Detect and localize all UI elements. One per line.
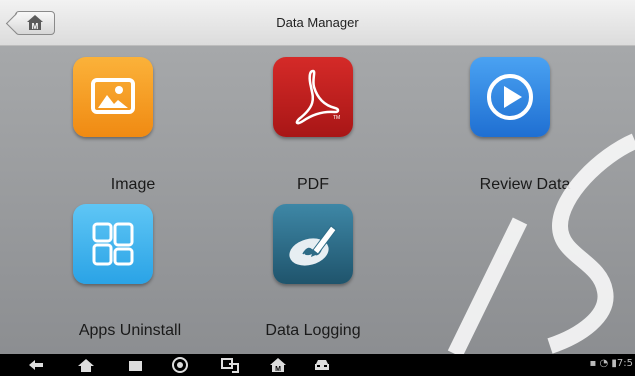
screen: Data Manager M Image TM PDF Review Data … bbox=[0, 0, 635, 376]
review-data-app-label: Review Data bbox=[479, 176, 571, 193]
autel-home-nav-icon[interactable]: M bbox=[268, 357, 288, 373]
home-button[interactable]: M bbox=[5, 11, 55, 35]
pdf-icon: TM bbox=[295, 69, 340, 125]
play-icon bbox=[487, 74, 533, 120]
pen-disc-icon bbox=[289, 225, 337, 266]
clock: 7:5 bbox=[616, 358, 633, 369]
apps-uninstall-app-label: Apps Uninstall bbox=[78, 322, 182, 339]
vehicle-icon[interactable] bbox=[312, 357, 332, 373]
svg-text:M: M bbox=[32, 22, 39, 31]
recent-apps-icon[interactable] bbox=[126, 357, 146, 373]
app-grid: Image TM PDF Review Data Apps Uninstall … bbox=[0, 46, 635, 354]
apps-grid-icon bbox=[92, 222, 134, 266]
image-icon bbox=[91, 78, 135, 114]
review-data-app-tile[interactable] bbox=[470, 57, 550, 137]
back-icon[interactable] bbox=[26, 357, 46, 373]
home-icon[interactable] bbox=[76, 357, 96, 373]
signal-icons: ▪ ◔ ▮ bbox=[589, 358, 617, 369]
apps-uninstall-app-tile[interactable] bbox=[73, 204, 153, 284]
system-nav-bar: M ▪ ◔ ▮7:5 bbox=[0, 354, 635, 376]
browser-icon[interactable] bbox=[170, 357, 190, 373]
autel-home-icon: M bbox=[27, 15, 43, 31]
header-bar: Data Manager M bbox=[0, 0, 635, 46]
pdf-app-tile[interactable]: TM bbox=[273, 57, 353, 137]
page-title: Data Manager bbox=[276, 15, 359, 30]
image-app-label: Image bbox=[110, 176, 156, 193]
screenshot-icon[interactable] bbox=[220, 357, 240, 373]
image-app-tile[interactable] bbox=[73, 57, 153, 137]
data-logging-app-tile[interactable] bbox=[273, 204, 353, 284]
status-area: ▪ ◔ ▮7:5 bbox=[590, 358, 633, 369]
svg-text:M: M bbox=[275, 366, 281, 373]
pdf-app-label: PDF bbox=[297, 176, 329, 193]
svg-text:TM: TM bbox=[333, 115, 340, 121]
data-logging-app-label: Data Logging bbox=[265, 322, 361, 339]
